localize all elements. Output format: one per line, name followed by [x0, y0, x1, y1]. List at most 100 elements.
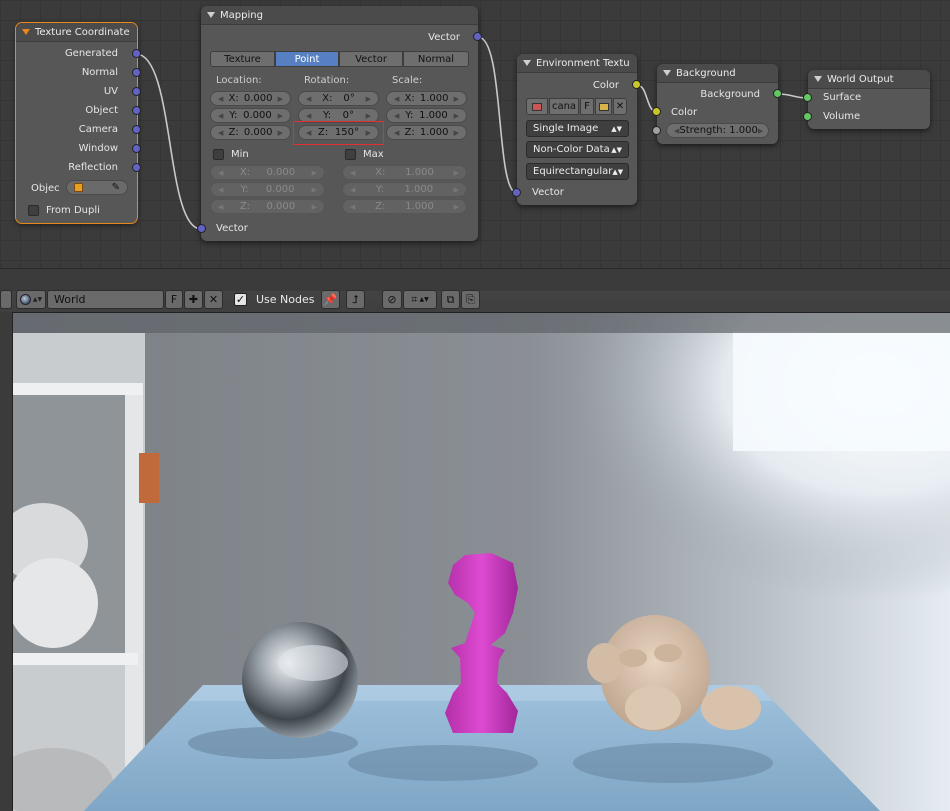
socket-mapping-in[interactable] — [197, 224, 206, 233]
mapping-node[interactable]: Mapping Vector Texture Point Vector Norm… — [201, 6, 478, 241]
open-image-icon[interactable] — [595, 98, 612, 115]
use-nodes-label: Use Nodes — [256, 293, 315, 306]
image-source-dropdown[interactable]: Single Image ▲▼ — [526, 120, 629, 137]
dropdown-arrows-icon: ▲▼ — [419, 296, 429, 303]
axis-label: X: — [322, 93, 333, 104]
render-viewport[interactable] — [12, 312, 950, 811]
value: 0.000 — [243, 93, 273, 104]
texture-coordinate-node[interactable]: Texture Coordinate Generated Normal UV O… — [16, 23, 137, 223]
scale-x-field[interactable]: ◀ X: 1.000 ▶ — [386, 91, 467, 106]
world-new-button[interactable]: ✚ — [184, 290, 203, 309]
ceiling-band — [13, 313, 950, 333]
use-nodes-checkbox[interactable]: ✓ — [234, 293, 247, 306]
monkey-shadow — [573, 743, 773, 783]
snap-toggle-button[interactable]: ⊘ — [382, 290, 402, 309]
image-browse-icon[interactable] — [526, 98, 548, 115]
socket-mapping-out[interactable] — [473, 32, 482, 41]
rotation-header: Rotation: — [304, 75, 350, 86]
scale-y-field[interactable]: ◀ Y: 1.000 ▶ — [386, 108, 467, 123]
tab-normal[interactable]: Normal — [403, 51, 469, 67]
background-output: Background — [700, 89, 760, 100]
image-name-field[interactable]: cana — [549, 98, 579, 115]
environment-texture-node[interactable]: Environment Textu Color cana F ✕ Single … — [517, 54, 637, 205]
pin-icon: 📌 — [323, 293, 338, 306]
snap-element-dropdown[interactable]: ⌗ ▲▼ — [403, 290, 437, 309]
editor-type-button[interactable] — [0, 290, 12, 309]
axis-label: X: — [375, 167, 386, 178]
projection-dropdown[interactable]: Equirectangular ▲▼ — [526, 163, 629, 180]
image-selector[interactable]: cana F ✕ — [526, 98, 629, 115]
world-fake-user-button[interactable]: F — [165, 290, 183, 309]
texture-coordinate-header[interactable]: Texture Coordinate — [16, 23, 137, 42]
collapse-arrow-icon[interactable] — [814, 76, 822, 82]
background-header[interactable]: Background — [657, 64, 778, 83]
socket-background-color-in[interactable] — [652, 107, 661, 116]
mapping-header[interactable]: Mapping — [201, 6, 478, 25]
node-editor-canvas[interactable]: Texture Coordinate Generated Normal UV O… — [0, 0, 950, 268]
socket-uv[interactable] — [132, 87, 141, 96]
socket-generated[interactable] — [132, 49, 141, 58]
paste-nodes-button[interactable]: ⎘ — [461, 290, 480, 309]
socket-background-strength-in[interactable] — [652, 126, 661, 135]
strength-field[interactable]: ◀ Strength: 1.000 ▶ — [666, 123, 769, 138]
window-frame — [733, 331, 950, 451]
tab-vector[interactable]: Vector — [339, 51, 403, 67]
socket-reflection[interactable] — [132, 163, 141, 172]
eyedropper-icon[interactable]: ✎ — [112, 182, 120, 193]
collapse-arrow-icon[interactable] — [663, 70, 671, 76]
world-output-node[interactable]: World Output Surface Volume — [808, 70, 930, 129]
collapse-arrow-icon[interactable] — [22, 29, 30, 35]
paste-icon: ⎘ — [466, 292, 475, 306]
axis-label: Y: — [322, 110, 332, 121]
socket-camera[interactable] — [132, 125, 141, 134]
tab-texture[interactable]: Texture — [210, 51, 275, 67]
location-z-field[interactable]: ◀ Z: 0.000 ▶ — [210, 125, 291, 140]
socket-normal[interactable] — [132, 68, 141, 77]
socket-env-color-out[interactable] — [632, 80, 641, 89]
sphere-reflection — [278, 645, 348, 681]
socket-surface-in[interactable] — [803, 93, 812, 102]
min-checkbox[interactable] — [213, 149, 224, 160]
environment-texture-header[interactable]: Environment Textu — [517, 54, 637, 73]
scale-z-field[interactable]: ◀ Z: 1.000 ▶ — [386, 125, 467, 140]
world-browse-button[interactable]: ▲▼ — [16, 290, 46, 309]
pin-button[interactable]: 📌 — [321, 290, 340, 309]
dropdown-arrows-icon: ▲▼ — [612, 167, 624, 176]
from-dupli-checkbox[interactable] — [28, 205, 39, 216]
copy-icon: ⧉ — [446, 292, 455, 306]
world-output-header[interactable]: World Output — [808, 70, 930, 89]
world-globe-icon — [19, 294, 31, 305]
background-node[interactable]: Background Background Color ◀ Strength: 1… — [657, 64, 778, 144]
copy-nodes-button[interactable]: ⧉ — [441, 290, 460, 309]
max-y-field: ◀ Y: 1.000 ▶ — [342, 182, 467, 197]
collapse-arrow-icon[interactable] — [523, 60, 531, 66]
object-picker-field[interactable]: ✎ — [66, 180, 128, 195]
location-x-field[interactable]: ◀ X: 0.000 ▶ — [210, 91, 291, 106]
value: 0.000 — [243, 110, 272, 121]
unlink-image-icon[interactable]: ✕ — [613, 98, 627, 115]
world-name-field[interactable]: World — [47, 290, 164, 309]
parent-node-tree-button[interactable]: ⮥ — [346, 290, 365, 309]
socket-volume-in[interactable] — [803, 112, 812, 121]
socket-window[interactable] — [132, 144, 141, 153]
tab-point[interactable]: Point — [275, 51, 339, 67]
fake-user-button[interactable]: F — [580, 98, 594, 115]
output-normal: Normal — [81, 67, 118, 78]
socket-env-vector-in[interactable] — [512, 188, 521, 197]
color-space-dropdown[interactable]: Non-Color Data ▲▼ — [526, 141, 629, 158]
value: 1.000 — [405, 167, 434, 178]
value: 1.000 — [419, 127, 449, 138]
max-checkbox[interactable] — [345, 149, 356, 160]
output-window: Window — [78, 143, 118, 154]
world-unlink-button[interactable]: ✕ — [204, 290, 223, 309]
max-label: Max — [363, 149, 384, 160]
node-title: World Output — [827, 73, 894, 85]
location-y-field[interactable]: ◀ Y: 0.000 ▶ — [210, 108, 291, 123]
socket-background-out[interactable] — [773, 89, 782, 98]
socket-object[interactable] — [132, 106, 141, 115]
collapse-arrow-icon[interactable] — [207, 12, 215, 18]
axis-label: Z: — [404, 127, 415, 138]
output-uv: UV — [103, 86, 118, 97]
rotation-x-field[interactable]: ◀ X: 0° ▶ — [298, 91, 379, 106]
dropdown-value: Equirectangular — [533, 166, 613, 177]
